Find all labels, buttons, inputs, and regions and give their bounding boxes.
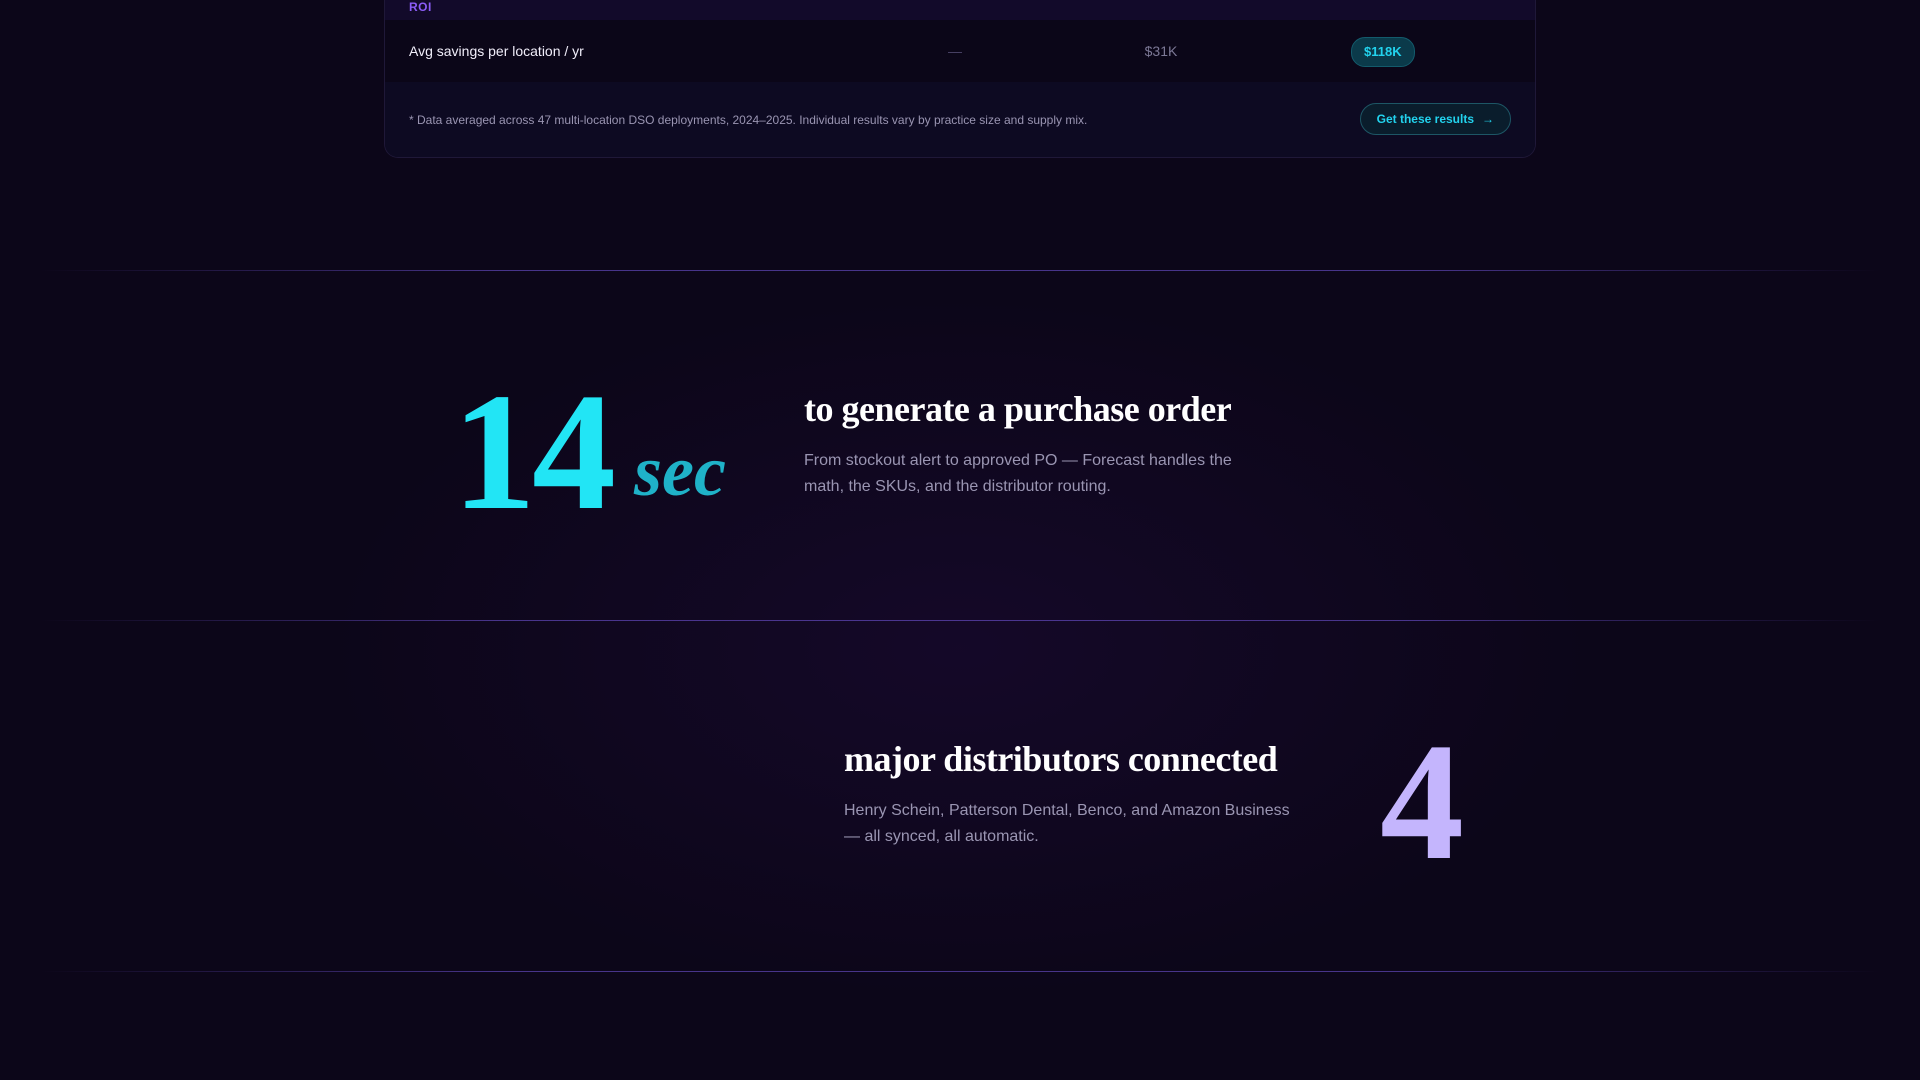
stat-heading: to generate a purchase order (804, 389, 1232, 429)
footnote: * Data averaged across 47 multi-location… (409, 113, 1088, 127)
page: ROI Avg savings per location / yr — $31K… (0, 0, 1920, 1080)
forecast-value-badge: $118K (1351, 37, 1415, 67)
competitor-value: $31K (1144, 43, 1178, 59)
before-value: — (948, 43, 962, 59)
get-results-button[interactable]: Get these results → (1359, 103, 1511, 135)
stat-number: 4 (1380, 709, 1464, 895)
stat-description: From stockout alert to approved PO — For… (804, 452, 1232, 495)
row-label: Avg savings per location / yr (409, 43, 584, 59)
section-divider (40, 971, 1880, 972)
table-footer: * Data averaged across 47 multi-location… (385, 82, 1535, 157)
arrow-right-icon: → (1482, 112, 1494, 126)
table-row: Avg savings per location / yr — $31K $11… (385, 20, 1535, 83)
stat-number: 14 (452, 359, 616, 545)
section-divider (40, 270, 1880, 271)
comparison-table: ROI Avg savings per location / yr — $31K… (384, 0, 1536, 158)
section-label: ROI (409, 0, 432, 14)
stat-heading: major distributors connected (844, 739, 1278, 779)
get-results-label: Get these results (1376, 112, 1474, 126)
table-section-row: ROI (385, 0, 1535, 21)
stat-description: Henry Schein, Patterson Dental, Benco, a… (844, 802, 1290, 845)
section-divider (40, 620, 1880, 621)
stat-unit: sec (634, 431, 726, 511)
